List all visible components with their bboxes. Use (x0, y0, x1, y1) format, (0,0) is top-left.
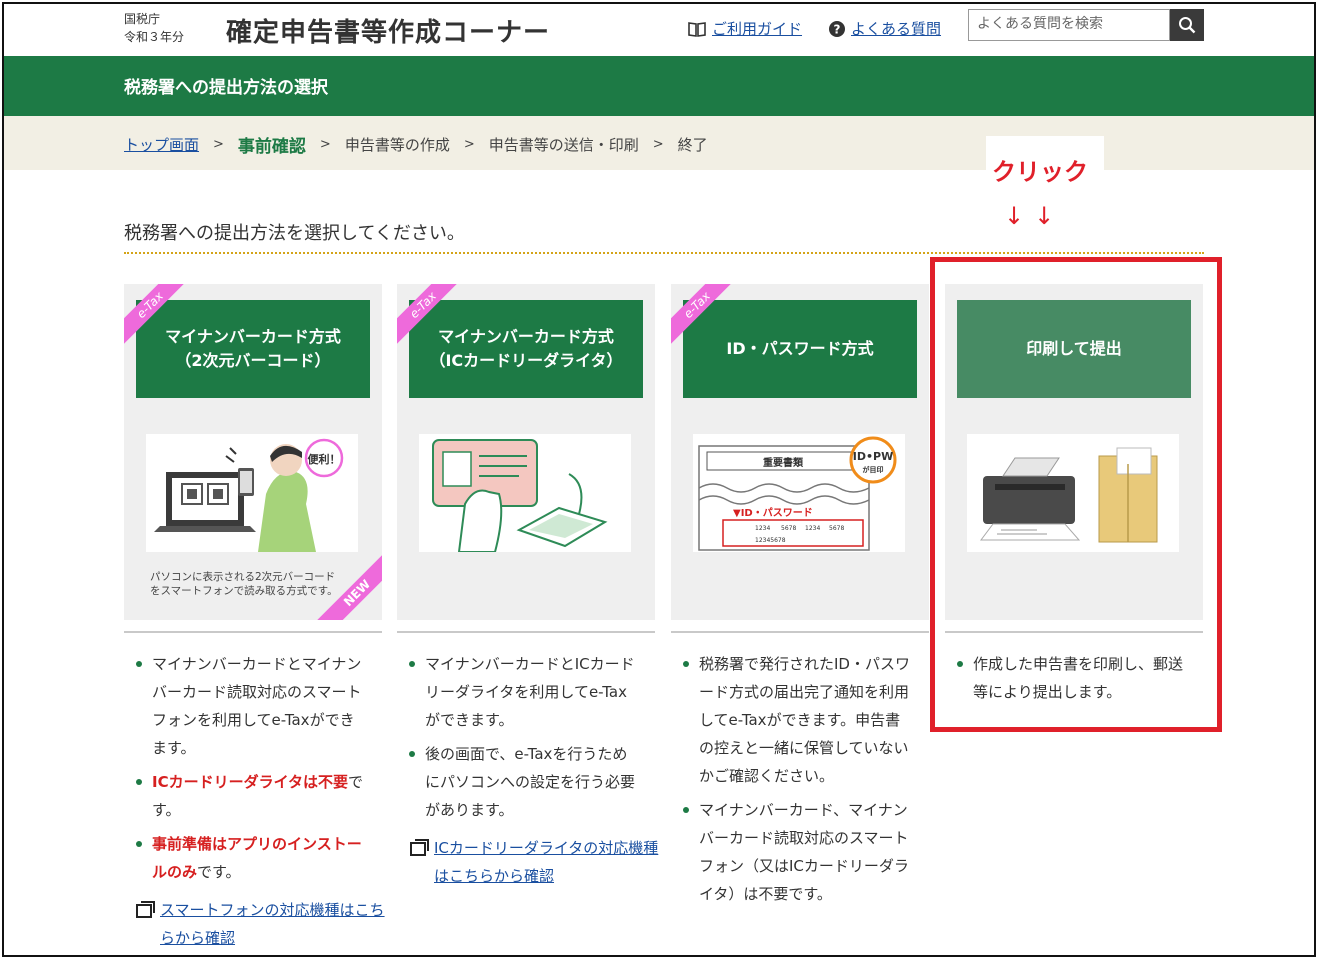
faq-search-field (968, 9, 1175, 41)
chevron-right-icon: > (652, 137, 664, 152)
chevron-right-icon: > (213, 137, 224, 152)
illus-idpw-mark: ID•PW (853, 450, 893, 463)
description-item-highlight: 事前準備はアプリのインストールのみです。 (124, 830, 364, 886)
click-highlight-box (930, 257, 1222, 732)
card-reader-compat-link[interactable]: ICカードリーダライタの対応機種はこちらから確認 (400, 834, 670, 890)
illus-code: 1234 (805, 525, 820, 532)
illustration-bubble-text: 便利！ (308, 452, 341, 466)
card-description-list: 税務署で発行されたID・パスワード方式の届出完了通知を利用してe-Taxができま… (671, 650, 911, 914)
card-divider (124, 631, 382, 633)
method-card-id-password[interactable]: ID・パスワード方式 e-Tax 重要書類 ▼ID・パスワード 1234 567… (671, 284, 929, 620)
instruction-text: 税務署への提出方法を選択してください。 (124, 223, 465, 244)
svg-text:?: ? (834, 22, 841, 36)
agency-info: 国税庁 令和３年分 (124, 10, 184, 46)
illus-mark-caption: が目印 (863, 465, 884, 474)
chevron-right-icon: > (463, 137, 475, 152)
description-item: マイナンバーカード、マイナンバーカード読取対応のスマートフォン（又はICカードリ… (671, 796, 911, 908)
click-annotation-label: クリック (992, 158, 1088, 186)
tax-year: 令和３年分 (124, 30, 185, 44)
section-title-bar: 税務署への提出方法の選択 (4, 56, 1314, 116)
external-window-icon (410, 839, 429, 856)
dotted-divider (124, 252, 1204, 254)
card-title: ID・パスワード方式 (683, 300, 917, 398)
faq-link[interactable]: ? よくある質問 (829, 18, 941, 39)
description-item: マイナンバーカードとマイナンバーカード読取対応のスマートフォンを利用してe-Ta… (124, 650, 364, 762)
id-password-notice-illustration: 重要書類 ▼ID・パスワード 1234 5678 1234 5678 12345… (693, 434, 905, 552)
card-divider (397, 631, 655, 633)
chevron-right-icon: > (319, 137, 331, 152)
illus-code: 5678 (829, 525, 844, 532)
illus-label: ▼ID・パスワード (733, 507, 813, 519)
section-title: 税務署への提出方法の選択 (124, 78, 328, 98)
card-title: マイナンバーカード方式 （ICカードリーダライタ） (409, 300, 643, 398)
breadcrumb-step: 申告書等の作成 (344, 136, 450, 154)
illus-doc-title: 重要書類 (763, 456, 804, 469)
smartphone-qr-illustration: 便利！ (146, 434, 358, 552)
book-icon (688, 21, 706, 37)
card-title: マイナンバーカード方式 （2次元バーコード） (136, 300, 370, 398)
breadcrumb-step: 申告書等の送信・印刷 (488, 136, 639, 154)
click-annotation: クリック ↓↓ (986, 136, 1104, 230)
search-button[interactable] (1170, 9, 1204, 41)
guide-link[interactable]: ご利用ガイド (688, 18, 802, 39)
breadcrumb-step: 終了 (677, 136, 708, 154)
description-item: マイナンバーカードとICカードリーダライタを利用してe-Taxができます。 (397, 650, 637, 734)
description-item: 税務署で発行されたID・パスワード方式の届出完了通知を利用してe-Taxができま… (671, 650, 911, 790)
card-caption: パソコンに表示される2次元バーコード をスマートフォンで読み取る方式です。 (150, 571, 338, 597)
external-window-icon (136, 901, 155, 918)
question-icon: ? (829, 20, 845, 37)
card-description-list: マイナンバーカードとマイナンバーカード読取対応のスマートフォンを利用してe-Ta… (124, 650, 364, 892)
card-description-list: マイナンバーカードとICカードリーダライタを利用してe-Taxができます。 後の… (397, 650, 637, 830)
method-card-mynumber-ic[interactable]: マイナンバーカード方式 （ICカードリーダライタ） e-Tax (397, 284, 655, 620)
illus-code: 5678 (781, 525, 796, 532)
illus-code: 1234 (755, 525, 770, 532)
breadcrumb-bar: トップ画面 > 事前確認 > 申告書等の作成 > 申告書等の送信・印刷 > 終了 (4, 116, 1314, 170)
agency-name: 国税庁 (124, 12, 161, 26)
app-title: 確定申告書等作成コーナー (226, 18, 551, 48)
search-icon (1179, 17, 1196, 34)
faq-search-input[interactable] (969, 10, 1175, 38)
smartphone-compat-link[interactable]: スマートフォンの対応機種はこちらから確認 (126, 896, 396, 952)
illus-number: 12345678 (755, 537, 786, 544)
method-card-mynumber-qr[interactable]: マイナンバーカード方式 （2次元バーコード） e-Tax 便利！ パソコンに表示… (124, 284, 382, 620)
breadcrumb-top-link[interactable]: トップ画面 (124, 134, 199, 155)
down-arrow-icon: ↓↓ (1004, 202, 1065, 230)
description-item-highlight: ICカードリーダライタは不要です。 (124, 768, 364, 824)
card-reader-illustration (419, 434, 631, 553)
card-divider (671, 631, 929, 633)
breadcrumb-current: 事前確認 (237, 137, 306, 157)
description-item: 後の画面で、e-Taxを行うためにパソコンへの設定を行う必要があります。 (397, 740, 637, 824)
page-frame: 国税庁 令和３年分 確定申告書等作成コーナー ご利用ガイド ? よくある質問 税… (2, 2, 1316, 957)
breadcrumb: トップ画面 > 事前確認 > 申告書等の作成 > 申告書等の送信・印刷 > 終了 (124, 132, 708, 157)
